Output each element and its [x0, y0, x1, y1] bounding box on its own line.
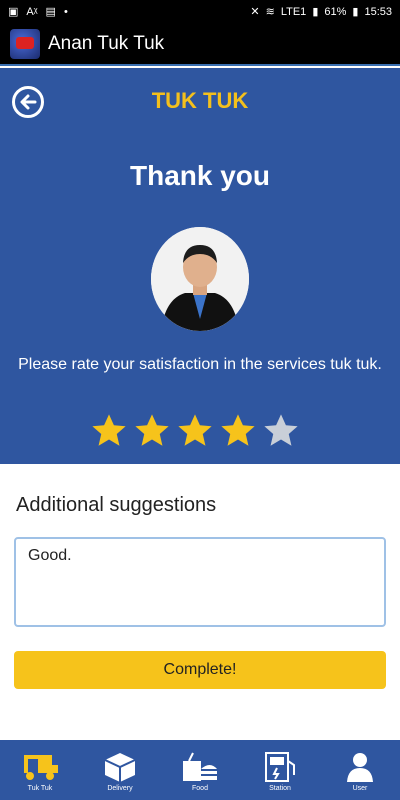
app-logo	[10, 29, 40, 59]
star-filled-icon[interactable]	[133, 412, 171, 450]
mute-icon: ✕	[250, 5, 260, 18]
battery-icon: ▮	[352, 5, 359, 18]
food-icon	[180, 749, 220, 785]
signal-icon: ▮	[312, 5, 319, 18]
suggestion-input[interactable]: Good.	[14, 537, 386, 627]
nav-label-food: Food	[192, 785, 208, 792]
suggestion-section: Additional suggestions Good. Complete!	[0, 464, 400, 740]
bottom-nav: Tuk Tuk Delivery Food Station User	[0, 740, 400, 800]
suggestion-label: Additional suggestions	[16, 494, 217, 516]
driver-avatar	[151, 227, 249, 331]
status-left: ▣ Aᵡ ▤ •	[8, 5, 68, 18]
thank-you-heading: Thank you	[129, 160, 270, 191]
star-empty-icon[interactable]	[262, 412, 300, 450]
dot-icon: •	[63, 5, 68, 18]
app-title: Anan Tuk Tuk	[48, 33, 165, 54]
chart-icon: ▤	[45, 5, 56, 18]
rating-prompt: Please rate your satisfaction in the ser…	[18, 356, 382, 373]
star-rating[interactable]	[90, 412, 300, 450]
station-icon	[260, 749, 300, 785]
complete-button[interactable]: Complete!	[14, 651, 386, 689]
nav-label-delivery: Delivery	[107, 785, 133, 792]
nav-label-tuk-tuk: Tuk Tuk	[27, 785, 53, 792]
app-bar: Anan Tuk Tuk	[0, 24, 400, 66]
text-size-icon: Aᵡ	[26, 5, 38, 18]
star-filled-icon[interactable]	[219, 412, 257, 450]
user-icon	[340, 749, 380, 785]
box-icon	[100, 749, 140, 785]
status-bar: ▣ Aᵡ ▤ • ✕ ≋ LTE1 ▮ 61% ▮ 15:53	[0, 0, 400, 24]
wifi-icon: ≋	[265, 5, 275, 18]
nav-item-delivery[interactable]: Delivery	[90, 749, 150, 792]
rating-hero: TUK TUK Thank you Please rate your satis…	[0, 68, 400, 464]
nav-label-station: Station	[269, 785, 291, 792]
nav-item-tuk-tuk[interactable]: Tuk Tuk	[10, 749, 70, 792]
gallery-icon: ▣	[8, 5, 19, 18]
nav-item-food[interactable]: Food	[170, 749, 230, 792]
nav-label-user: User	[352, 785, 368, 792]
battery-percentage: 61%	[324, 5, 347, 18]
clock: 15:53	[364, 5, 392, 18]
nav-item-user[interactable]: User	[330, 749, 390, 792]
page-title: TUK TUK	[151, 88, 249, 113]
nav-item-station[interactable]: Station	[250, 749, 310, 792]
star-filled-icon[interactable]	[90, 412, 128, 450]
tuk-tuk-icon	[20, 749, 60, 785]
network-label: LTE1	[280, 5, 307, 18]
star-filled-icon[interactable]	[176, 412, 214, 450]
status-right: ✕ ≋ LTE1 ▮ 61% ▮ 15:53	[250, 5, 392, 18]
